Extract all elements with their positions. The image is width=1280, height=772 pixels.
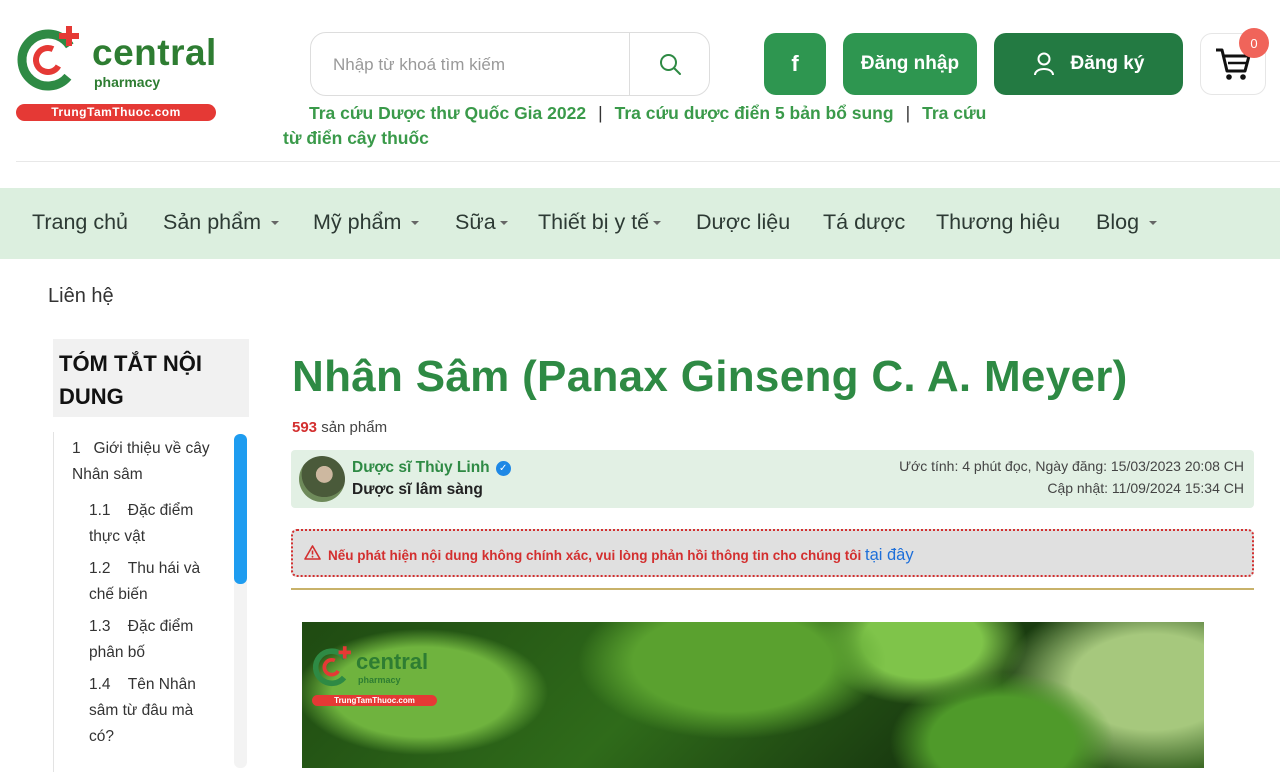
product-count-number: 593 xyxy=(292,419,318,436)
register-label: Đăng ký xyxy=(1070,53,1145,74)
hero-watermark-logo: central pharmacy TrungTamThuoc.com xyxy=(312,645,442,709)
link-separator: | xyxy=(598,103,603,123)
nav-item-medical-devices[interactable]: Thiết bị y tế xyxy=(538,210,662,235)
nav-item-contact[interactable]: Liên hệ xyxy=(48,285,114,308)
product-count: 593 sản phẩm xyxy=(292,419,387,436)
toc-title: TÓM TẮT NỘI DUNG xyxy=(53,339,249,417)
product-count-label: sản phẩm xyxy=(321,419,388,436)
article-updated-meta: Cập nhật: 11/09/2024 15:34 CH xyxy=(1047,480,1244,496)
logo-mark-icon xyxy=(17,26,79,91)
quick-links: Tra cứu Dược thư Quốc Gia 2022 | Tra cứu d… xyxy=(283,101,1003,151)
logo-site-banner: TrungTamThuoc.com xyxy=(16,104,216,121)
toc-panel: 1 Giới thiệu về cây Nhân sâm 1.1 Đặc điể… xyxy=(53,432,248,772)
author-name-link[interactable]: Dược sĩ Thùy Linh ✓ xyxy=(352,459,511,477)
quick-link-duoc-dien[interactable]: Tra cứu dược điển 5 bản bổ sung xyxy=(615,103,894,123)
search-icon xyxy=(660,54,681,75)
header-divider xyxy=(16,161,1280,162)
login-button[interactable]: Đăng nhập xyxy=(843,33,977,95)
main-nav: Trang chủ Sản phẩm Mỹ phẩm Sữa Thiết bị … xyxy=(0,188,1280,259)
author-role: Dược sĩ lâm sàng xyxy=(352,481,483,498)
user-icon xyxy=(1033,52,1054,76)
article-date-meta: Ước tính: 4 phút đọc, Ngày đăng: 15/03/2… xyxy=(899,458,1244,474)
nav-item-herbal[interactable]: Dược liệu xyxy=(696,210,790,235)
alert-message: Nếu phát hiện nội dung không chính xác, … xyxy=(328,546,914,564)
facebook-login-button[interactable]: f xyxy=(764,33,826,95)
site-header: central pharmacy TrungTamThuoc.com f Đăn… xyxy=(0,0,1280,162)
nav-item-milk[interactable]: Sữa xyxy=(455,210,508,235)
toc-scrollbar-thumb[interactable] xyxy=(234,434,247,584)
logo-subtitle: pharmacy xyxy=(94,74,161,90)
search-box xyxy=(310,32,710,96)
nav-item-cosmetics[interactable]: Mỹ phẩm xyxy=(313,210,420,235)
quick-link-duoc-thu[interactable]: Tra cứu Dược thư Quốc Gia 2022 xyxy=(309,103,586,123)
search-button[interactable] xyxy=(631,33,709,95)
nav-item-products[interactable]: Sản phẩm xyxy=(163,210,280,235)
toc-item[interactable]: 1.1 Đặc điểm thực vật xyxy=(89,498,209,550)
chevron-down-icon xyxy=(271,220,280,225)
nav-item-excipients[interactable]: Tá dược xyxy=(823,210,905,235)
author-box: Dược sĩ Thùy Linh ✓ Dược sĩ lâm sàng Ước… xyxy=(291,450,1254,508)
site-logo[interactable]: central pharmacy TrungTamThuoc.com xyxy=(16,22,221,122)
nav-item-home[interactable]: Trang chủ xyxy=(32,210,128,235)
verified-icon: ✓ xyxy=(495,460,511,476)
facebook-icon: f xyxy=(791,51,799,76)
chevron-down-icon xyxy=(411,220,420,225)
logo-wordmark: central xyxy=(92,32,217,73)
search-input[interactable] xyxy=(333,53,623,77)
nav-item-brands[interactable]: Thương hiệu xyxy=(936,210,1060,235)
search-divider xyxy=(629,33,630,95)
logo-mark-icon xyxy=(312,646,351,687)
page-title: Nhân Sâm (Panax Ginseng C. A. Meyer) xyxy=(292,352,1128,401)
warning-icon xyxy=(304,545,321,560)
register-button[interactable]: Đăng ký xyxy=(994,33,1183,95)
chevron-down-icon xyxy=(499,220,508,225)
hero-logo-wordmark: central xyxy=(356,649,429,674)
chevron-down-icon xyxy=(1149,220,1158,225)
link-separator: | xyxy=(905,103,911,123)
avatar[interactable] xyxy=(299,456,345,502)
nav-item-blog[interactable]: Blog xyxy=(1096,210,1158,235)
feedback-link[interactable]: tại đây xyxy=(865,546,914,564)
toc-item[interactable]: 1 Giới thiệu về cây Nhân sâm xyxy=(72,436,222,488)
toc-item[interactable]: 1.4 Tên Nhân sâm từ đâu mà có? xyxy=(89,672,209,750)
chevron-down-icon xyxy=(653,220,662,225)
hero-logo-subtitle: pharmacy xyxy=(358,675,401,685)
hero-logo-banner: TrungTamThuoc.com xyxy=(312,695,437,706)
toc-item[interactable]: 1.3 Đặc điểm phân bố xyxy=(89,614,209,666)
feedback-alert: Nếu phát hiện nội dung không chính xác, … xyxy=(291,529,1254,577)
toc-item[interactable]: 1.2 Thu hái và chế biến xyxy=(89,556,209,608)
content-divider xyxy=(291,588,1254,590)
cart-count-badge: 0 xyxy=(1239,28,1269,58)
